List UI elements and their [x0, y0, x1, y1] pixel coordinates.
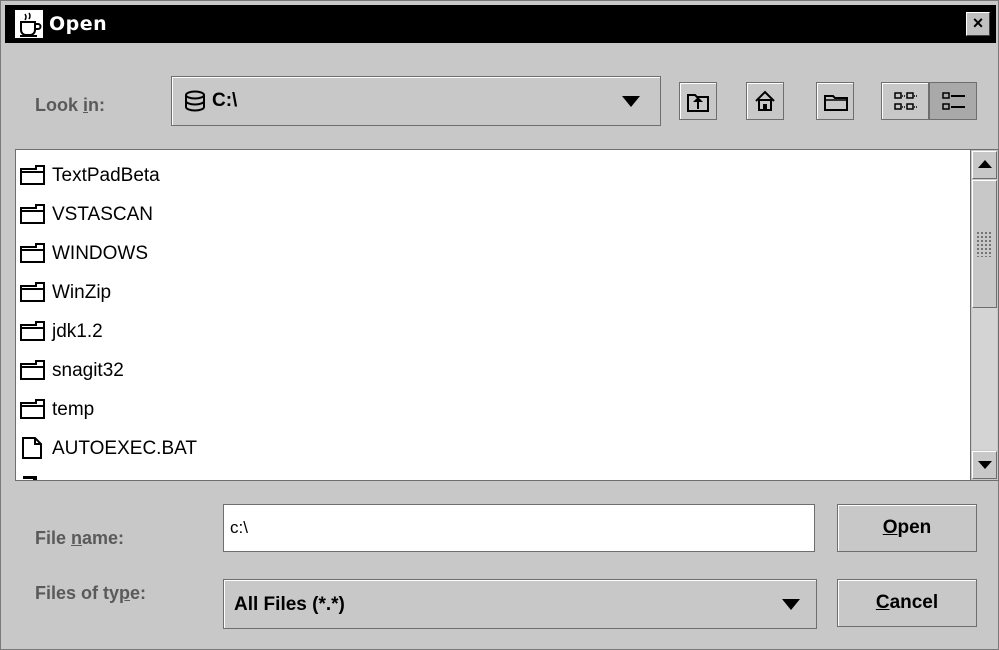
- files-of-type-combo[interactable]: All Files (*.*): [223, 579, 817, 629]
- close-button[interactable]: ×: [966, 12, 990, 36]
- folder-icon: [20, 360, 45, 380]
- list-view-button[interactable]: [881, 82, 929, 120]
- details-view-button[interactable]: [929, 82, 977, 120]
- file-name: AUTOEXEC.BAT: [52, 438, 197, 459]
- file-list[interactable]: TextPadBeta VSTASCAN WINDOWS WinZip jdk1…: [15, 149, 999, 481]
- file-name: temp: [52, 399, 95, 420]
- file-name: WINDOWS: [52, 243, 149, 264]
- open-dialog: Open × Look in: C:\ TextPadBeta VSTASCAN…: [0, 0, 999, 650]
- title-bar[interactable]: Open ×: [5, 5, 996, 43]
- view-toggle-group: [881, 82, 977, 120]
- window-title: Open: [49, 13, 108, 35]
- look-in-label: Look in:: [35, 95, 106, 115]
- open-button[interactable]: Open: [837, 504, 977, 552]
- document-icon: [22, 437, 42, 459]
- folder-icon: [20, 204, 45, 224]
- scroll-down-button[interactable]: [972, 451, 997, 479]
- scroll-thumb[interactable]: [972, 180, 997, 308]
- details-view-icon: [942, 92, 965, 110]
- document-icon: [23, 476, 37, 480]
- java-cup-icon: [15, 10, 43, 38]
- look-in-value: C:\: [212, 90, 238, 111]
- chevron-down-icon[interactable]: [622, 96, 640, 107]
- file-name: jdk1.2: [52, 321, 103, 342]
- list-view-icon: [894, 92, 917, 110]
- folder-icon: [20, 243, 45, 263]
- folder-icon: [20, 321, 45, 341]
- drive-icon: [185, 90, 205, 112]
- file-name: TextPadBeta: [52, 165, 160, 186]
- vertical-scrollbar[interactable]: [970, 150, 998, 480]
- file-name: VSTASCAN: [52, 204, 154, 225]
- up-one-level-button[interactable]: [679, 82, 717, 120]
- files-of-type-label: Files of type:: [35, 583, 147, 603]
- arrow-down-icon: [978, 461, 992, 469]
- home-icon: [755, 90, 775, 111]
- home-button[interactable]: [746, 82, 784, 120]
- cancel-button[interactable]: Cancel: [837, 579, 977, 627]
- grip-icon: [976, 231, 993, 257]
- new-folder-button[interactable]: [816, 82, 854, 120]
- folder-icon: [20, 282, 45, 302]
- files-of-type-value: All Files (*.*): [234, 594, 345, 615]
- scroll-up-button[interactable]: [972, 151, 997, 179]
- new-folder-icon: [824, 95, 848, 111]
- file-name-label: File name:: [35, 528, 125, 548]
- folder-icon: [20, 399, 45, 419]
- file-name: WinZip: [52, 282, 112, 303]
- file-name-input[interactable]: [223, 504, 815, 552]
- arrow-up-icon: [978, 160, 992, 168]
- file-name: snagit32: [52, 360, 124, 381]
- look-in-combo[interactable]: C:\: [171, 76, 661, 126]
- up-folder-icon: [687, 94, 709, 112]
- folder-icon: [20, 165, 45, 185]
- chevron-down-icon[interactable]: [782, 599, 800, 610]
